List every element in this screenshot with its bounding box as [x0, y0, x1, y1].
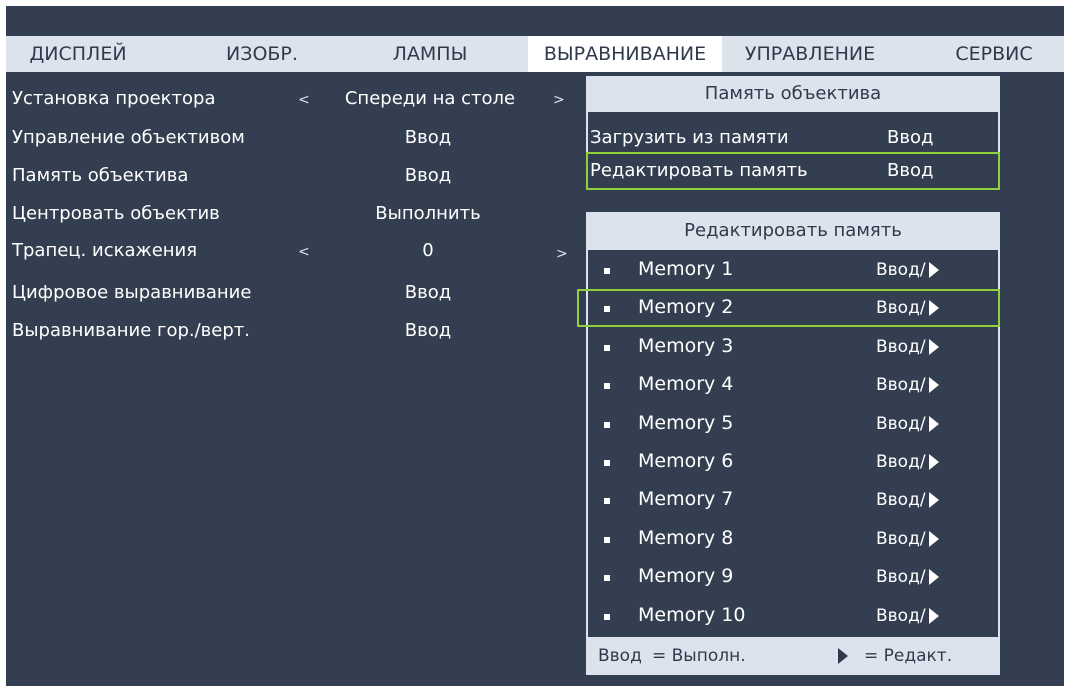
memory-action[interactable]: Ввод/ [876, 529, 939, 549]
play-arrow-icon [928, 300, 939, 316]
bullet-icon [604, 537, 610, 543]
menu-value-keystone[interactable]: 0 [318, 240, 538, 261]
memory-action-label: Ввод/ [876, 490, 926, 510]
menu-value-projector-setup[interactable]: Спереди на столе [325, 88, 535, 109]
play-arrow-icon [928, 262, 939, 278]
play-arrow-icon [928, 492, 939, 508]
bullet-icon [604, 575, 610, 581]
memory-item[interactable]: Memory 5 Ввод/ [586, 406, 1000, 444]
memory-name: Memory 6 [638, 450, 734, 472]
memory-item[interactable]: Memory 3 Ввод/ [586, 329, 1000, 367]
memory-action[interactable]: Ввод/ [876, 375, 939, 395]
bullet-icon [604, 345, 610, 351]
bullet-icon [604, 460, 610, 466]
lens-memory-title: Память объектива [586, 76, 1000, 112]
memory-action-label: Ввод/ [876, 298, 926, 318]
tab-lamps[interactable]: ЛАМПЫ [375, 36, 485, 72]
memory-action[interactable]: Ввод/ [876, 567, 939, 587]
memory-action[interactable]: Ввод/ [876, 452, 939, 472]
memory-action[interactable]: Ввод/ [876, 298, 939, 318]
memory-item[interactable]: Memory 7 Ввод/ [586, 482, 1000, 520]
tab-image[interactable]: ИЗОБР. [212, 36, 312, 72]
memory-name: Memory 3 [638, 335, 734, 357]
right-arrow-icon[interactable]: > [553, 92, 565, 108]
menu-label-projector-setup[interactable]: Установка проектора [12, 88, 216, 109]
menu-value-digital-alignment[interactable]: Ввод [318, 282, 538, 303]
bullet-icon [604, 498, 610, 504]
menu-value-lens-control[interactable]: Ввод [318, 127, 538, 148]
bullet-icon [604, 614, 610, 620]
memory-action-label: Ввод/ [876, 260, 926, 280]
legend-bar: Ввод = Выполн. = Редакт. [586, 637, 1000, 675]
memory-action[interactable]: Ввод/ [876, 337, 939, 357]
memory-action[interactable]: Ввод/ [876, 606, 939, 626]
tab-display[interactable]: ДИСПЛЕЙ [18, 36, 138, 72]
bullet-icon [604, 383, 610, 389]
menu-value-hv-alignment[interactable]: Ввод [318, 320, 538, 341]
memory-action-label: Ввод/ [876, 529, 926, 549]
menu-value-lens-memory[interactable]: Ввод [318, 165, 538, 186]
play-arrow-icon [928, 339, 939, 355]
legend-enter-desc: = Выполн. [652, 646, 746, 666]
memory-name: Memory 1 [638, 258, 734, 280]
play-arrow-icon [928, 377, 939, 393]
tab-service[interactable]: СЕРВИС [940, 36, 1048, 72]
memory-action[interactable]: Ввод/ [876, 414, 939, 434]
bullet-icon [604, 306, 610, 312]
play-arrow-icon [928, 531, 939, 547]
menu-label-keystone[interactable]: Трапец. искажения [12, 240, 197, 261]
left-arrow-icon[interactable]: < [298, 92, 310, 108]
memory-item[interactable]: Memory 6 Ввод/ [586, 444, 1000, 482]
menu-label-lens-memory[interactable]: Память объектива [12, 165, 188, 186]
memory-name: Memory 4 [638, 373, 734, 395]
tab-control[interactable]: УПРАВЛЕНИЕ [730, 36, 890, 72]
bullet-icon [604, 268, 610, 274]
left-arrow-icon[interactable]: < [298, 244, 310, 260]
memory-action-label: Ввод/ [876, 452, 926, 472]
memory-item[interactable]: Memory 8 Ввод/ [586, 521, 1000, 559]
play-arrow-icon [928, 608, 939, 624]
play-arrow-icon [928, 416, 939, 432]
memory-name: Memory 5 [638, 412, 734, 434]
play-arrow-icon [928, 454, 939, 470]
memory-item[interactable]: Memory 4 Ввод/ [586, 367, 1000, 405]
memory-name: Memory 8 [638, 527, 734, 549]
play-arrow-icon [838, 648, 848, 664]
menu-label-digital-alignment[interactable]: Цифровое выравнивание [12, 282, 251, 303]
lens-memory-item-load-value[interactable]: Ввод [887, 127, 933, 148]
memory-action-label: Ввод/ [876, 414, 926, 434]
memory-item[interactable]: Memory 10 Ввод/ [586, 598, 1000, 636]
menu-value-lens-center[interactable]: Выполнить [318, 203, 538, 224]
memory-item[interactable]: Memory 9 Ввод/ [586, 559, 1000, 597]
legend-enter-label: Ввод [598, 646, 642, 666]
memory-action-label: Ввод/ [876, 337, 926, 357]
menu-label-hv-alignment[interactable]: Выравнивание гор./верт. [12, 320, 250, 341]
memory-item[interactable]: Memory 2 Ввод/ [586, 290, 1000, 328]
memory-action[interactable]: Ввод/ [876, 490, 939, 510]
memory-name: Memory 7 [638, 488, 734, 510]
menu-label-lens-center[interactable]: Центровать объектив [12, 203, 220, 224]
memory-name: Memory 9 [638, 565, 734, 587]
memory-action-label: Ввод/ [876, 375, 926, 395]
lens-memory-item-edit-value[interactable]: Ввод [887, 160, 933, 181]
legend-edit-desc: = Редакт. [864, 646, 953, 666]
tab-alignment[interactable]: ВЫРАВНИВАНИЕ [528, 36, 722, 72]
play-arrow-icon [928, 569, 939, 585]
memory-name: Memory 2 [638, 296, 734, 318]
memory-action-label: Ввод/ [876, 606, 926, 626]
right-arrow-icon[interactable]: > [556, 246, 568, 262]
lens-memory-item-load[interactable]: Загрузить из памяти [590, 127, 789, 148]
memory-item[interactable]: Memory 1 Ввод/ [586, 252, 1000, 290]
memory-action[interactable]: Ввод/ [876, 260, 939, 280]
menu-label-lens-control[interactable]: Управление объективом [12, 127, 245, 148]
memory-action-label: Ввод/ [876, 567, 926, 587]
edit-memory-title: Редактировать память [586, 212, 1000, 250]
bullet-icon [604, 422, 610, 428]
lens-memory-item-edit[interactable]: Редактировать память [590, 160, 808, 181]
memory-name: Memory 10 [638, 604, 746, 626]
